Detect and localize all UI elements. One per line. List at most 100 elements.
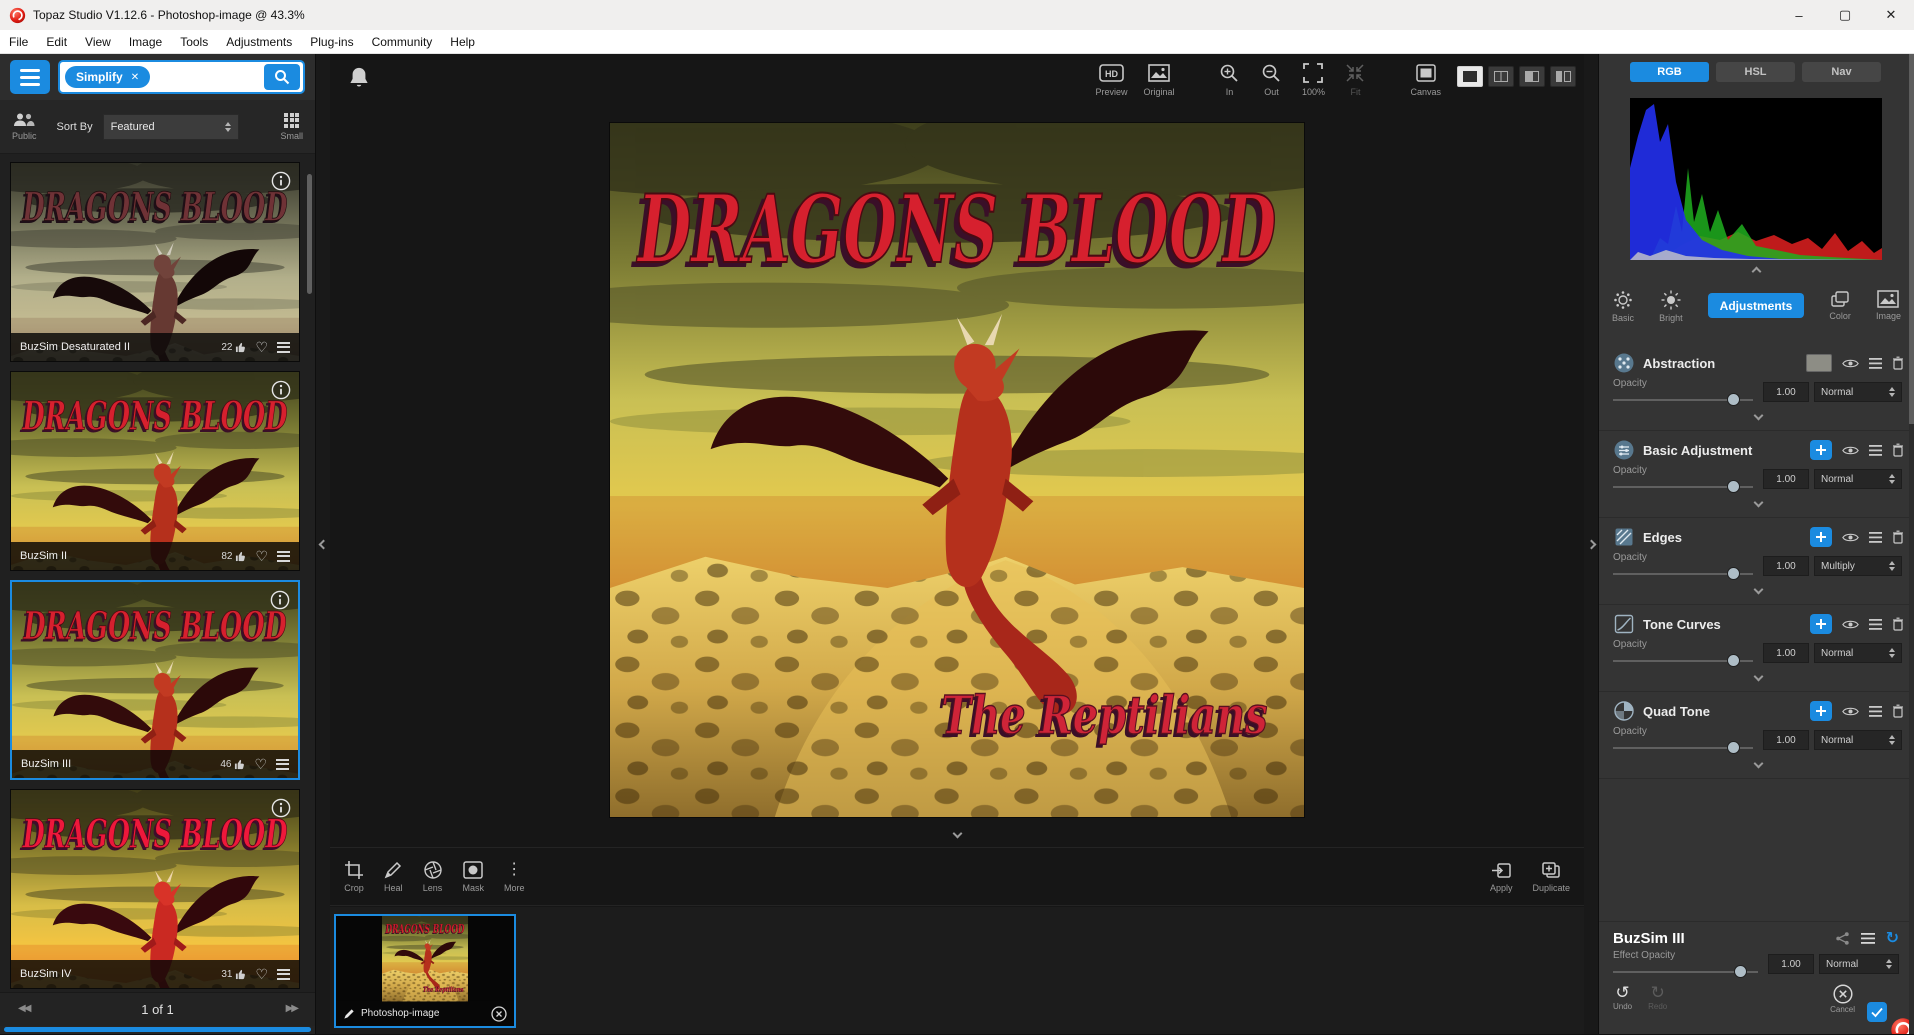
add-preset-button[interactable] — [1810, 701, 1832, 721]
visibility-eye-icon[interactable] — [1842, 358, 1859, 369]
opacity-value[interactable]: 1.00 — [1763, 730, 1809, 750]
menu-help[interactable]: Help — [441, 35, 484, 49]
opacity-slider[interactable] — [1613, 654, 1759, 667]
color-tool-button[interactable]: Color — [1829, 290, 1851, 321]
preset-list-scrollbar[interactable] — [307, 174, 312, 294]
preset-card-buzsim-3-selected[interactable]: BuzSim III 46 ♡ — [10, 580, 300, 780]
hd-preview-toggle[interactable]: HD Preview — [1095, 62, 1127, 97]
fit-button[interactable]: Fit — [1342, 62, 1368, 97]
opacity-value[interactable]: 1.00 — [1763, 643, 1809, 663]
info-icon[interactable] — [271, 798, 291, 818]
remove-tag-icon[interactable]: ✕ — [131, 72, 139, 83]
lens-button[interactable]: Lens — [423, 860, 443, 893]
layer-menu-icon[interactable] — [1869, 705, 1882, 717]
opacity-value[interactable]: 1.00 — [1763, 382, 1809, 402]
expand-layer-button[interactable] — [1613, 671, 1904, 682]
layer-menu-icon[interactable] — [1869, 618, 1882, 630]
expand-layer-button[interactable] — [1613, 584, 1904, 595]
preset-likes[interactable]: 31 — [221, 969, 246, 980]
preset-menu-icon[interactable] — [277, 550, 290, 562]
opacity-slider[interactable] — [1613, 393, 1759, 406]
opacity-value[interactable]: 1.00 — [1763, 556, 1809, 576]
preset-menu-icon[interactable] — [277, 341, 290, 353]
close-button[interactable]: ✕ — [1868, 0, 1914, 30]
left-panel-collapse[interactable] — [316, 54, 330, 1034]
menu-edit[interactable]: Edit — [37, 35, 76, 49]
blend-mode-dropdown[interactable]: Normal — [1814, 730, 1902, 750]
zoom-out-button[interactable]: Out — [1258, 62, 1284, 97]
tab-nav[interactable]: Nav — [1802, 62, 1881, 82]
menu-view[interactable]: View — [76, 35, 120, 49]
favorite-heart-icon[interactable]: ♡ — [255, 967, 268, 981]
menu-file[interactable]: File — [0, 35, 37, 49]
duplicate-button[interactable]: Duplicate — [1532, 860, 1570, 893]
cancel-button[interactable]: Cancel — [1830, 984, 1855, 1014]
bright-tool-button[interactable]: Bright — [1659, 290, 1683, 323]
effect-blend-dropdown[interactable]: Normal — [1819, 954, 1899, 974]
preset-menu-icon[interactable] — [277, 968, 290, 980]
zoom-in-button[interactable]: In — [1216, 62, 1242, 97]
blend-mode-dropdown[interactable]: Normal — [1814, 643, 1902, 663]
effect-opacity-slider[interactable] — [1613, 965, 1764, 978]
menu-image[interactable]: Image — [120, 35, 171, 49]
tray-collapse-button[interactable] — [330, 828, 1584, 839]
preset-card-buzsim-desaturated-2[interactable]: BuzSim Desaturated II 22 ♡ — [10, 162, 300, 362]
panel-menu-button[interactable] — [10, 60, 50, 94]
layer-menu-icon[interactable] — [1869, 357, 1882, 369]
menu-tools[interactable]: Tools — [171, 35, 217, 49]
effect-menu-icon[interactable] — [1860, 933, 1875, 944]
half-view-button[interactable] — [1519, 66, 1545, 87]
expand-layer-button[interactable] — [1613, 497, 1904, 508]
opacity-slider[interactable] — [1613, 741, 1759, 754]
heal-button[interactable]: Heal — [384, 860, 403, 893]
filmstrip-image-card[interactable]: Photoshop-image — [334, 914, 516, 1028]
opacity-slider-handle[interactable] — [1726, 480, 1740, 493]
adjustments-tab-button[interactable]: Adjustments — [1707, 293, 1805, 318]
visibility-eye-icon[interactable] — [1842, 706, 1859, 717]
accept-area[interactable] — [1857, 994, 1909, 1034]
add-preset-button[interactable] — [1810, 440, 1832, 460]
visibility-eye-icon[interactable] — [1842, 619, 1859, 630]
right-panel-collapse[interactable] — [1584, 54, 1598, 1034]
minimize-button[interactable]: – — [1776, 0, 1822, 30]
opacity-slider-handle[interactable] — [1726, 393, 1740, 406]
add-preset-button[interactable] — [1810, 614, 1832, 634]
preset-likes[interactable]: 46 — [220, 759, 245, 770]
layer-basic-adjustment[interactable]: Basic Adjustment Opacity 1.00 Normal — [1599, 431, 1914, 518]
basic-tool-button[interactable]: Basic — [1612, 290, 1634, 323]
search-tag[interactable]: Simplify ✕ — [65, 66, 151, 88]
favorite-heart-icon[interactable]: ♡ — [255, 549, 268, 563]
delete-layer-icon[interactable] — [1892, 530, 1904, 544]
search-button[interactable] — [264, 64, 300, 90]
opacity-slider-handle[interactable] — [1726, 741, 1740, 754]
apply-button[interactable]: Apply — [1490, 860, 1512, 893]
favorite-heart-icon[interactable]: ♡ — [254, 757, 267, 771]
menu-plugins[interactable]: Plug-ins — [301, 35, 362, 49]
layer-menu-icon[interactable] — [1869, 531, 1882, 543]
notifications-bell-icon[interactable] — [348, 66, 370, 93]
stepper-arrows-icon[interactable] — [1883, 561, 1895, 571]
visibility-eye-icon[interactable] — [1842, 532, 1859, 543]
crop-button[interactable]: Crop — [344, 860, 364, 893]
menu-community[interactable]: Community — [363, 35, 442, 49]
reset-effect-icon[interactable]: ↻ — [1886, 930, 1899, 947]
info-icon[interactable] — [271, 171, 291, 191]
original-toggle[interactable]: Original — [1143, 62, 1174, 97]
stepper-arrows-icon[interactable] — [1880, 959, 1892, 969]
opacity-slider-handle[interactable] — [1726, 567, 1740, 580]
blend-mode-dropdown[interactable]: Normal — [1814, 469, 1902, 489]
stepper-arrows-icon[interactable] — [219, 121, 231, 132]
info-icon[interactable] — [270, 590, 290, 610]
canvas-button[interactable]: Canvas — [1410, 62, 1441, 97]
stepper-arrows-icon[interactable] — [1883, 648, 1895, 658]
opacity-slider[interactable] — [1613, 480, 1759, 493]
single-view-button[interactable] — [1457, 66, 1483, 87]
stepper-arrows-icon[interactable] — [1883, 735, 1895, 745]
page-first-button[interactable]: ◀◀ — [18, 1003, 31, 1014]
redo-button[interactable]: ↻ Redo — [1648, 984, 1667, 1011]
opacity-value[interactable]: 1.00 — [1763, 469, 1809, 489]
delete-layer-icon[interactable] — [1892, 356, 1904, 370]
histogram-collapse-button[interactable] — [1599, 266, 1914, 277]
delete-layer-icon[interactable] — [1892, 704, 1904, 718]
preset-menu-icon[interactable] — [276, 758, 289, 770]
